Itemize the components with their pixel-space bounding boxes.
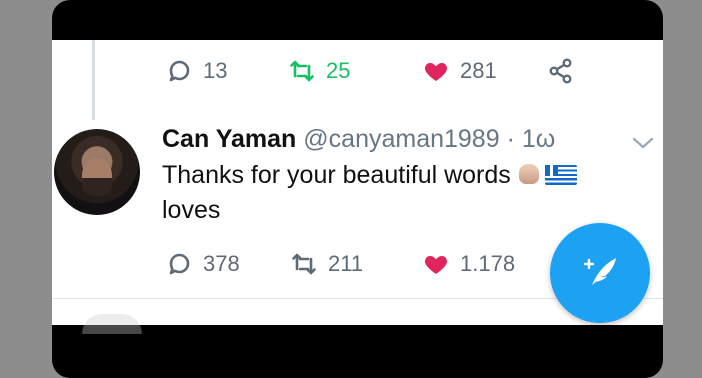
- speech-bubble-icon: [165, 57, 193, 85]
- thread-line: [92, 40, 95, 120]
- timeline: 13 25 281 Can Yaman @canyaman1989 · 1ω T…: [52, 40, 663, 334]
- phone-frame: 13 25 281 Can Yaman @canyaman1989 · 1ω T…: [52, 0, 663, 378]
- next-tweet-avatar: [82, 314, 142, 334]
- tweet-text-line2: loves: [162, 196, 221, 224]
- display-name[interactable]: Can Yaman: [162, 125, 296, 153]
- share-button[interactable]: [547, 57, 575, 85]
- chevron-down-icon[interactable]: [630, 130, 656, 156]
- like-count: 281: [460, 58, 497, 83]
- avatar[interactable]: [54, 129, 140, 215]
- retweet-arrows-icon: [290, 250, 318, 278]
- retweet-button[interactable]: 211: [290, 250, 363, 278]
- tweet-header: Can Yaman @canyaman1989 · 1ω: [162, 125, 555, 154]
- compose-tweet-button[interactable]: [550, 223, 650, 323]
- dot-separator: ·: [506, 125, 515, 153]
- like-count: 1.178: [460, 251, 516, 276]
- avatar-beard: [82, 178, 112, 196]
- heart-icon: [422, 250, 450, 278]
- handle[interactable]: @canyaman1989: [303, 125, 499, 153]
- reply-count: 13: [203, 58, 228, 83]
- like-button[interactable]: 1.178: [422, 250, 515, 278]
- share-icon: [547, 57, 575, 85]
- feather-plus-icon: [575, 246, 625, 301]
- retweet-button[interactable]: 25: [288, 57, 350, 85]
- reply-button[interactable]: 378: [165, 250, 240, 278]
- retweet-arrows-icon: [288, 57, 316, 85]
- heart-icon: [422, 57, 450, 85]
- retweet-count: 25: [326, 58, 351, 83]
- greece-flag-emoji-icon: [544, 165, 577, 185]
- like-button[interactable]: 281: [422, 57, 497, 85]
- folded-hands-emoji-icon: [518, 164, 539, 184]
- reply-count: 378: [203, 251, 240, 276]
- speech-bubble-icon: [165, 250, 193, 278]
- tweet-text: Thanks for your beautiful words loves: [162, 158, 632, 228]
- tweet-text-line1: Thanks for your beautiful words: [162, 161, 511, 189]
- retweet-count: 211: [328, 251, 364, 276]
- reply-button[interactable]: 13: [165, 57, 227, 85]
- timestamp[interactable]: 1ω: [522, 125, 555, 153]
